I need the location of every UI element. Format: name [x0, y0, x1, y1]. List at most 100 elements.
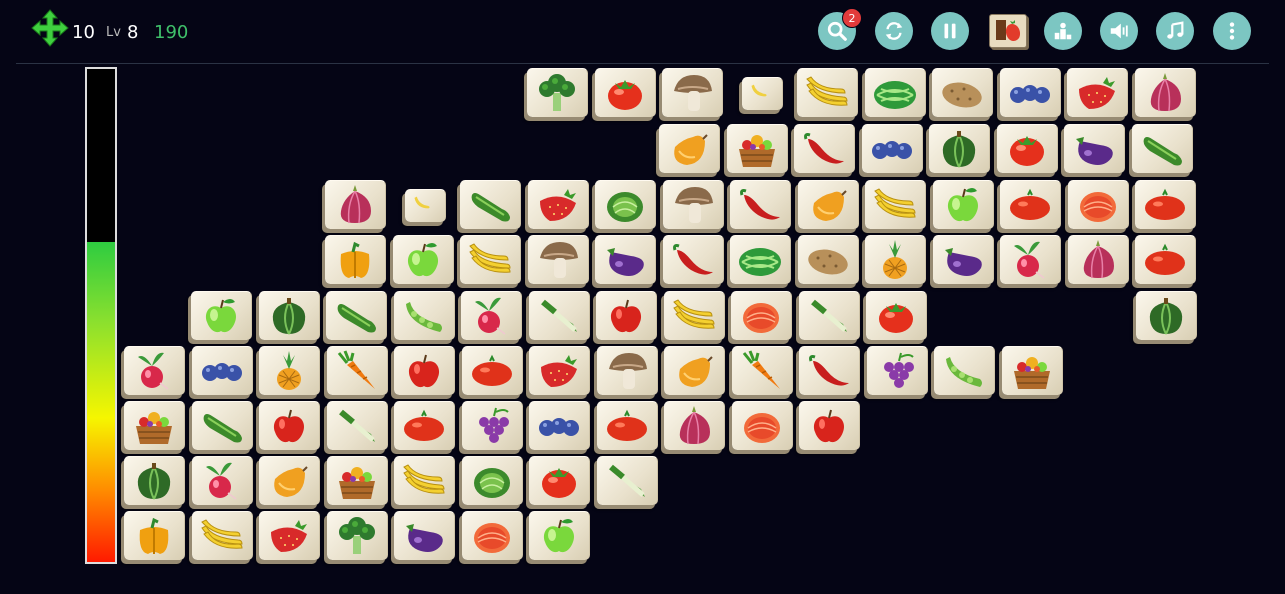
tile-mushroom[interactable] [662, 180, 724, 229]
papaya-icon [812, 190, 847, 221]
tile-onion[interactable] [325, 180, 386, 229]
red-tomato-icon [471, 354, 512, 386]
tile-broccoli[interactable] [326, 511, 388, 560]
tile-red-tomato[interactable] [461, 346, 523, 395]
tile-red-apple[interactable] [596, 291, 657, 340]
tile-cucumber[interactable] [1131, 124, 1193, 173]
tile-bananas[interactable] [663, 291, 725, 340]
tile-potato[interactable] [932, 68, 993, 117]
tile-tomato[interactable] [594, 68, 656, 117]
tile-bell-pepper[interactable] [325, 235, 386, 284]
tile-red-tomato[interactable] [596, 401, 658, 450]
tile-peach[interactable] [731, 401, 793, 450]
tile-blueberries[interactable] [999, 68, 1061, 117]
tile-blueberries[interactable] [861, 124, 923, 173]
tile-red-tomato[interactable] [1135, 180, 1196, 229]
tile-strawberry[interactable] [1067, 68, 1128, 117]
pineapple-icon [277, 351, 301, 390]
tile-tomato[interactable] [996, 124, 1058, 173]
tile-green-apple[interactable] [392, 235, 454, 284]
tile-eggplant[interactable] [1064, 124, 1125, 173]
tile-carrot[interactable] [326, 346, 388, 395]
tile-strawberry[interactable] [259, 511, 320, 560]
tile-papaya[interactable] [259, 456, 320, 505]
tile-mushroom[interactable] [662, 68, 723, 117]
tile-cucumber[interactable] [326, 291, 387, 340]
tile-bananas[interactable] [797, 68, 858, 117]
tomato-icon [607, 80, 642, 110]
tile-eggplant[interactable] [394, 511, 455, 560]
tile-fruit-basket[interactable] [124, 401, 185, 450]
tile-radish[interactable] [461, 291, 522, 340]
tile-tomato[interactable] [866, 291, 927, 340]
tile-green-apple[interactable] [932, 180, 994, 229]
tile-banana-small[interactable] [741, 77, 783, 110]
tile-potato[interactable] [797, 235, 859, 284]
tile-mushroom[interactable] [527, 235, 589, 284]
tile-radish[interactable] [1000, 235, 1061, 284]
tile-carrot[interactable] [731, 346, 793, 395]
tile-strawberry[interactable] [529, 346, 590, 395]
tile-red-apple[interactable] [799, 401, 860, 450]
tile-watermelon[interactable] [864, 68, 926, 117]
tile-fruit-basket[interactable] [1001, 346, 1063, 395]
tile-pineapple[interactable] [865, 235, 926, 284]
tile-bananas[interactable] [191, 511, 253, 560]
tile-leek[interactable] [326, 401, 388, 450]
tile-radish[interactable] [191, 456, 253, 505]
tile-peach[interactable] [731, 291, 792, 340]
tile-squash[interactable] [929, 124, 990, 173]
tile-squash[interactable] [124, 456, 185, 505]
tile-bananas[interactable] [460, 235, 521, 284]
tile-red-apple[interactable] [394, 346, 455, 395]
tile-watermelon[interactable] [730, 235, 791, 284]
tile-pea-pod[interactable] [934, 346, 995, 395]
tile-tomato[interactable] [529, 456, 590, 505]
tile-blueberries[interactable] [529, 401, 590, 450]
tile-bell-pepper[interactable] [124, 511, 185, 560]
tile-broccoli[interactable] [527, 68, 588, 117]
tile-leek[interactable] [528, 291, 590, 340]
tile-mushroom[interactable] [596, 346, 658, 395]
tile-chili-pepper[interactable] [730, 180, 791, 229]
tile-papaya[interactable] [664, 346, 725, 395]
tile-squash[interactable] [258, 291, 320, 340]
tile-radish[interactable] [124, 346, 185, 395]
tile-fruit-basket[interactable] [326, 456, 388, 505]
tile-pea-pod[interactable] [393, 291, 455, 340]
tile-red-tomato[interactable] [1135, 235, 1196, 284]
tile-fruit-basket[interactable] [726, 124, 788, 173]
tile-papaya[interactable] [659, 124, 720, 173]
tile-peach[interactable] [461, 511, 523, 560]
tile-green-apple[interactable] [529, 511, 590, 560]
tile-eggplant[interactable] [932, 235, 994, 284]
tile-peach[interactable] [1067, 180, 1129, 229]
tile-grapes[interactable] [461, 401, 523, 450]
tile-chili-pepper[interactable] [799, 346, 860, 395]
tile-eggplant[interactable] [595, 235, 656, 284]
tile-strawberry[interactable] [527, 180, 589, 229]
tile-cucumber[interactable] [191, 401, 253, 450]
tile-cabbage[interactable] [461, 456, 523, 505]
tile-red-tomato[interactable] [394, 401, 455, 450]
tile-bananas[interactable] [865, 180, 926, 229]
tile-onion[interactable] [664, 401, 725, 450]
tile-bananas[interactable] [394, 456, 455, 505]
tile-leek[interactable] [798, 291, 860, 340]
tile-papaya[interactable] [797, 180, 859, 229]
tile-cabbage[interactable] [595, 180, 656, 229]
tile-green-apple[interactable] [191, 291, 252, 340]
tile-banana-small[interactable] [404, 189, 446, 222]
tile-onion[interactable] [1067, 235, 1129, 284]
tile-blueberries[interactable] [191, 346, 253, 395]
tile-grapes[interactable] [866, 346, 928, 395]
tile-leek[interactable] [596, 456, 658, 505]
tile-chili-pepper[interactable] [794, 124, 855, 173]
tile-cucumber[interactable] [460, 180, 521, 229]
tile-squash[interactable] [1136, 291, 1197, 340]
tile-chili-pepper[interactable] [662, 235, 724, 284]
tile-onion[interactable] [1134, 68, 1196, 117]
tile-red-apple[interactable] [259, 401, 320, 450]
tile-pineapple[interactable] [259, 346, 320, 395]
tile-red-tomato[interactable] [1000, 180, 1061, 229]
